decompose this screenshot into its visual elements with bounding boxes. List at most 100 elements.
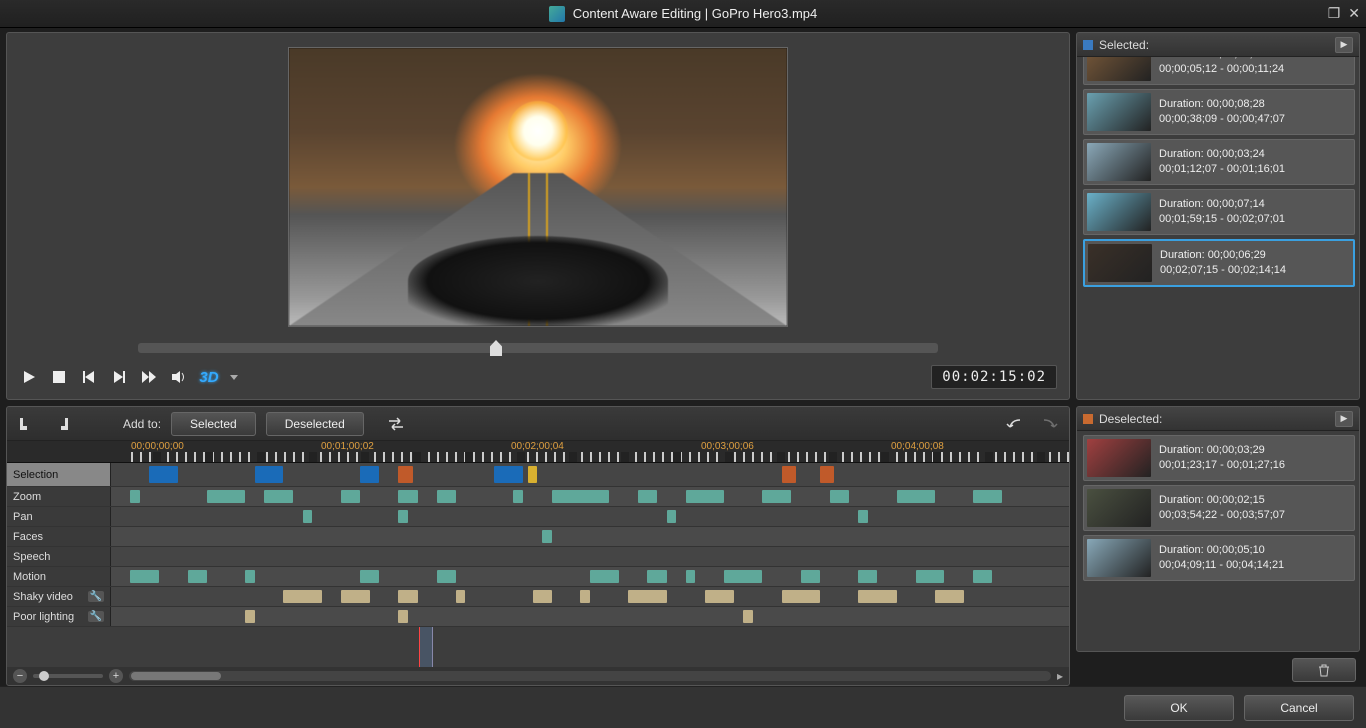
track-lane[interactable] bbox=[111, 507, 1069, 526]
wrench-icon[interactable]: 🔧 bbox=[88, 591, 104, 602]
3d-button[interactable]: 3D bbox=[199, 367, 219, 387]
timeline-ruler[interactable]: 00;00;00;0000;01;00;0200;02;00;0400;03;0… bbox=[7, 441, 1069, 463]
zoom-out-button[interactable]: − bbox=[13, 669, 27, 683]
segment[interactable] bbox=[245, 570, 255, 583]
clip-item[interactable]: Duration: 00;00;02;1500;03;54;22 - 00;03… bbox=[1083, 485, 1355, 531]
clip-item[interactable]: Duration: 00;00;03;2400;01;12;07 - 00;01… bbox=[1083, 139, 1355, 185]
video-preview[interactable] bbox=[288, 47, 788, 327]
segment[interactable] bbox=[590, 570, 619, 583]
segment[interactable] bbox=[398, 590, 417, 603]
volume-button[interactable] bbox=[169, 367, 189, 387]
segment[interactable] bbox=[647, 570, 666, 583]
segment[interactable] bbox=[638, 490, 657, 503]
segment[interactable] bbox=[973, 490, 1002, 503]
track-lane[interactable] bbox=[111, 487, 1069, 506]
segment[interactable] bbox=[858, 510, 868, 523]
wrench-icon[interactable]: 🔧 bbox=[88, 611, 104, 622]
play-deselected-button[interactable]: ▶ bbox=[1335, 411, 1353, 427]
segment[interactable] bbox=[341, 590, 370, 603]
step-back-button[interactable] bbox=[79, 367, 99, 387]
segment[interactable] bbox=[705, 590, 734, 603]
segment[interactable] bbox=[858, 570, 877, 583]
segment[interactable] bbox=[283, 590, 321, 603]
add-deselected-button[interactable]: Deselected bbox=[266, 412, 364, 436]
segment[interactable] bbox=[341, 490, 360, 503]
segment[interactable] bbox=[973, 570, 992, 583]
restore-icon[interactable]: ❐ bbox=[1328, 5, 1341, 22]
segment[interactable] bbox=[533, 590, 552, 603]
close-icon[interactable]: ✕ bbox=[1348, 5, 1360, 22]
segment[interactable] bbox=[398, 610, 408, 623]
segment[interactable] bbox=[580, 590, 590, 603]
cancel-button[interactable]: Cancel bbox=[1244, 695, 1354, 721]
clip-item[interactable]: Duration: 00;00;06;2900;02;07;15 - 00;02… bbox=[1083, 239, 1355, 287]
segment[interactable] bbox=[935, 590, 964, 603]
segment[interactable] bbox=[686, 490, 724, 503]
segment[interactable] bbox=[130, 490, 140, 503]
segment[interactable] bbox=[360, 570, 379, 583]
clip-item[interactable]: Duration: 00;00;08;2800;00;38;09 - 00;00… bbox=[1083, 89, 1355, 135]
fast-fwd-button[interactable] bbox=[139, 367, 159, 387]
segment[interactable] bbox=[782, 590, 820, 603]
zoom-slider[interactable] bbox=[33, 674, 103, 678]
add-selected-button[interactable]: Selected bbox=[171, 412, 256, 436]
track-lane[interactable] bbox=[111, 587, 1069, 606]
segment[interactable] bbox=[552, 490, 609, 503]
redo-button[interactable] bbox=[1037, 413, 1061, 435]
segment[interactable] bbox=[303, 510, 313, 523]
segment[interactable] bbox=[437, 490, 456, 503]
mark-in-button[interactable] bbox=[15, 413, 39, 435]
segment[interactable] bbox=[149, 466, 178, 483]
play-button[interactable] bbox=[19, 367, 39, 387]
track-lane[interactable] bbox=[111, 607, 1069, 626]
segment[interactable] bbox=[207, 490, 245, 503]
segment[interactable] bbox=[743, 610, 753, 623]
segment[interactable] bbox=[398, 490, 417, 503]
segment[interactable] bbox=[528, 466, 538, 483]
segment[interactable] bbox=[188, 570, 207, 583]
segment[interactable] bbox=[360, 466, 379, 483]
segment[interactable] bbox=[782, 466, 796, 483]
timeline-hscroll[interactable] bbox=[129, 671, 1051, 681]
segment[interactable] bbox=[255, 466, 284, 483]
swap-button[interactable] bbox=[384, 413, 408, 435]
segment[interactable] bbox=[686, 570, 696, 583]
undo-button[interactable] bbox=[1003, 413, 1027, 435]
scroll-right-icon[interactable]: ▸ bbox=[1057, 669, 1063, 683]
3d-dropdown-icon[interactable] bbox=[229, 367, 239, 387]
segment[interactable] bbox=[494, 466, 523, 483]
segment[interactable] bbox=[858, 590, 896, 603]
segment[interactable] bbox=[830, 490, 849, 503]
clip-item[interactable]: Duration: 00;00;07;1400;01;59;15 - 00;02… bbox=[1083, 189, 1355, 235]
segment[interactable] bbox=[897, 490, 935, 503]
segment[interactable] bbox=[667, 510, 677, 523]
segment[interactable] bbox=[398, 466, 412, 483]
delete-button[interactable] bbox=[1292, 658, 1356, 682]
segment[interactable] bbox=[130, 570, 159, 583]
segment[interactable] bbox=[398, 510, 408, 523]
clip-item[interactable]: Duration: 00;00;03;2900;01;23;17 - 00;01… bbox=[1083, 435, 1355, 481]
scrubber-thumb[interactable] bbox=[490, 340, 502, 356]
zoom-in-button[interactable]: + bbox=[109, 669, 123, 683]
segment[interactable] bbox=[456, 590, 466, 603]
segment[interactable] bbox=[762, 490, 791, 503]
track-lane[interactable] bbox=[111, 547, 1069, 566]
play-selected-button[interactable]: ▶ bbox=[1335, 37, 1353, 53]
segment[interactable] bbox=[916, 570, 945, 583]
clip-item[interactable]: Duration: 00;00;03;1200;00;05;12 - 00;00… bbox=[1083, 57, 1355, 85]
track-lane[interactable] bbox=[111, 463, 1069, 486]
segment[interactable] bbox=[724, 570, 762, 583]
segment[interactable] bbox=[542, 530, 552, 543]
preview-scrubber[interactable] bbox=[138, 343, 938, 353]
stop-button[interactable] bbox=[49, 367, 69, 387]
track-lane[interactable] bbox=[111, 527, 1069, 546]
segment[interactable] bbox=[437, 570, 456, 583]
segment[interactable] bbox=[245, 610, 255, 623]
segment[interactable] bbox=[264, 490, 293, 503]
clip-item[interactable]: Duration: 00;00;05;1000;04;09;11 - 00;04… bbox=[1083, 535, 1355, 581]
track-lane[interactable] bbox=[111, 567, 1069, 586]
segment[interactable] bbox=[820, 466, 834, 483]
segment[interactable] bbox=[628, 590, 666, 603]
mark-out-button[interactable] bbox=[49, 413, 73, 435]
step-fwd-button[interactable] bbox=[109, 367, 129, 387]
